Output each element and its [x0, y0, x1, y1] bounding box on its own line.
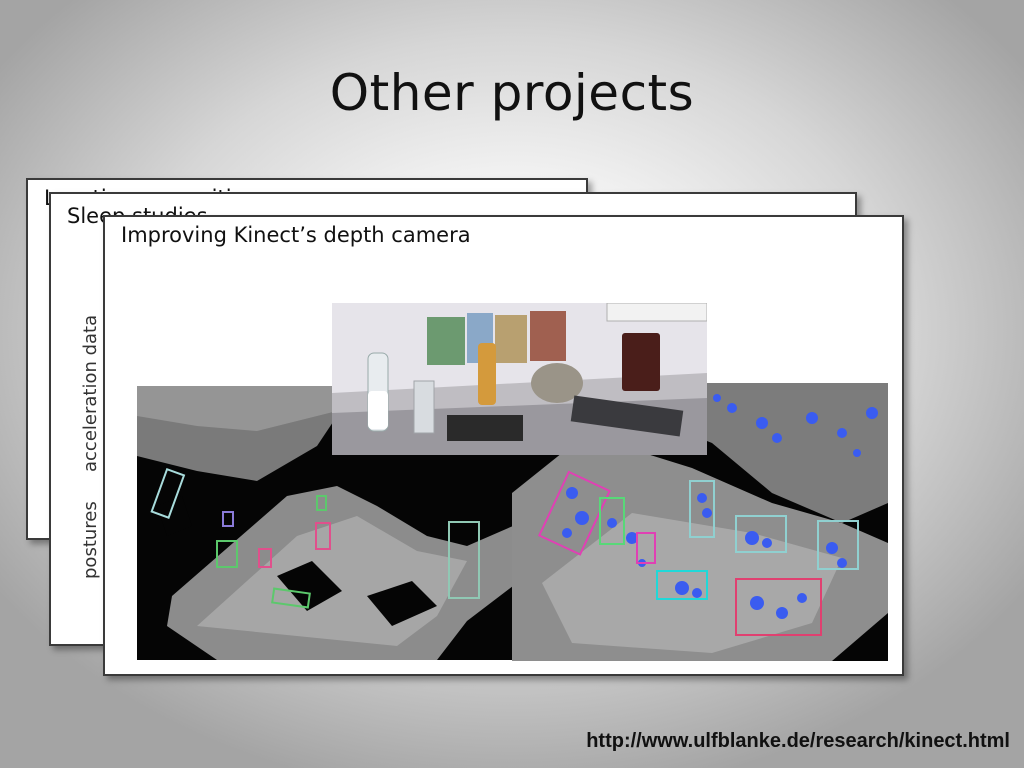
card-kinect-title: Improving Kinect’s depth camera — [121, 223, 471, 247]
scene-photo — [332, 303, 707, 455]
source-url[interactable]: http://www.ulfblanke.de/research/kinect.… — [586, 730, 1010, 753]
card-kinect: Improving Kinect’s depth camera — [103, 215, 904, 676]
acceleration-data-label: acceleration data — [80, 314, 101, 472]
postures-label: postures — [80, 501, 101, 579]
slide-title: Other projects — [329, 64, 695, 122]
